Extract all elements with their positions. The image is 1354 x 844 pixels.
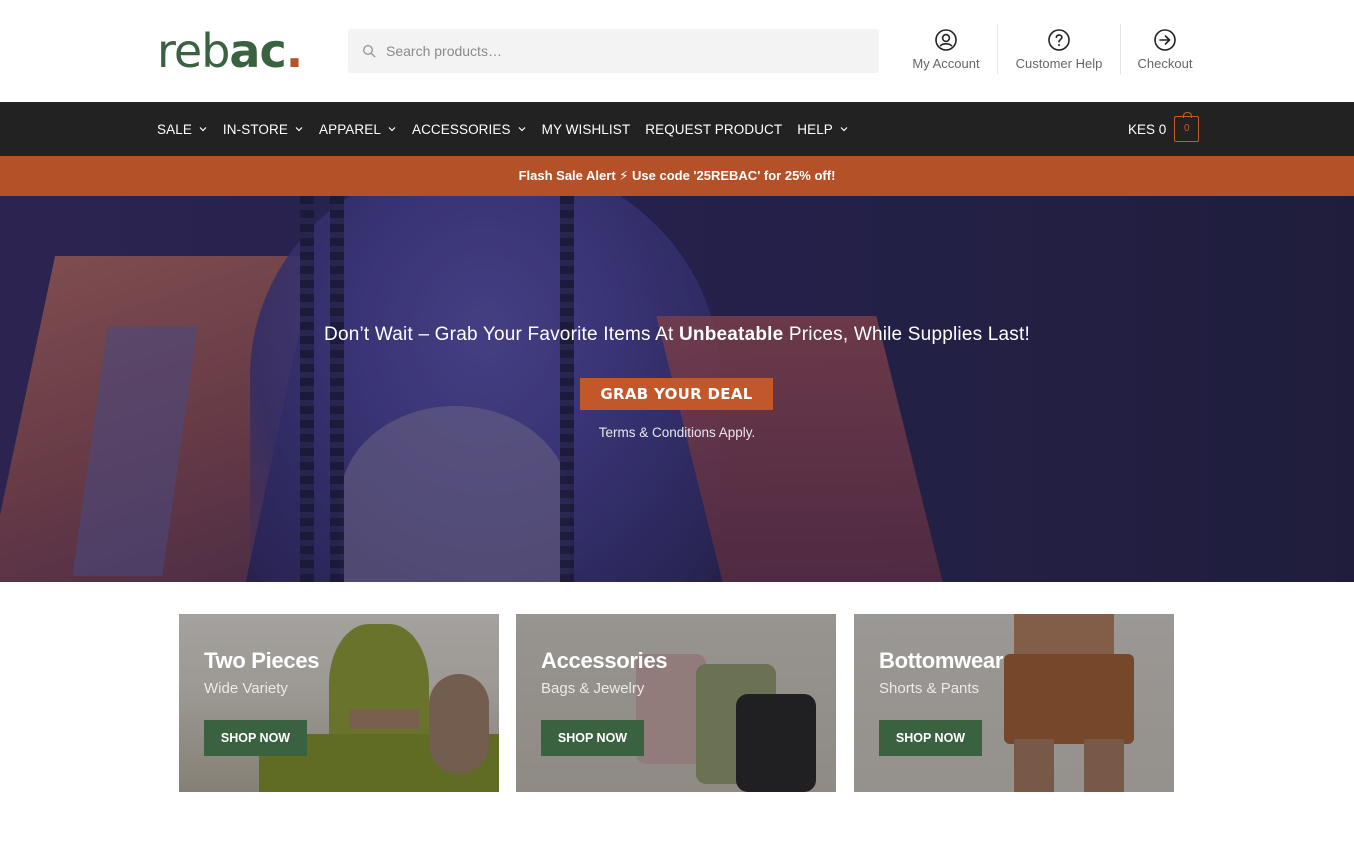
hero-headline-part: Don’t Wait – Grab Your Favorite Items At xyxy=(324,324,679,345)
chevron-down-icon xyxy=(840,127,848,132)
nav-item-label: APPAREL xyxy=(318,121,381,137)
logo-text-bold: ac xyxy=(229,24,286,78)
chevron-down-icon xyxy=(518,127,526,132)
category-title: Two Pieces xyxy=(204,648,320,673)
cart-count: 0 xyxy=(1184,123,1190,134)
nav-item-my-wishlist[interactable]: MY WISHLIST xyxy=(542,122,631,137)
category-shade xyxy=(854,614,1174,792)
chevron-down-icon xyxy=(199,127,207,132)
hero-terms-text: Terms & Conditions Apply. xyxy=(598,425,756,440)
category-subtitle: Bags & Jewelry xyxy=(541,680,645,697)
nav-item-accessories[interactable]: ACCESSORIES xyxy=(412,122,527,137)
nav-item-label: HELP xyxy=(797,121,833,137)
nav-item-help[interactable]: HELP xyxy=(797,122,849,137)
hero-banner: Don’t Wait – Grab Your Favorite Items At… xyxy=(0,196,1354,582)
my-account-label: My Account xyxy=(912,56,980,71)
checkout-link[interactable]: Checkout xyxy=(1132,28,1198,78)
flash-sale-text: Flash Sale Alert ⚡ Use code '25REBAC' fo… xyxy=(518,168,836,183)
arrow-circle-right-icon xyxy=(1154,29,1176,51)
category-subtitle: Shorts & Pants xyxy=(879,680,980,697)
checkout-label: Checkout xyxy=(1137,56,1193,71)
nav-menu: SALE IN-STORE APPAREL ACCESSORIES MY WIS… xyxy=(157,102,864,156)
customer-help-link[interactable]: Customer Help xyxy=(1008,28,1110,78)
question-circle-icon xyxy=(1048,29,1070,51)
chevron-down-icon xyxy=(388,127,396,132)
chevron-down-icon xyxy=(295,127,303,132)
hero-headline: Don’t Wait – Grab Your Favorite Items At… xyxy=(0,324,1354,346)
search-box xyxy=(348,29,879,73)
shop-now-button[interactable]: SHOP NOW xyxy=(204,720,307,756)
category-title: Bottomwear xyxy=(879,648,1004,673)
shop-now-button[interactable]: SHOP NOW xyxy=(879,720,982,756)
category-card-two-pieces[interactable]: Two Pieces Wide Variety SHOP NOW xyxy=(179,614,499,792)
hero-headline-bold: Unbeatable xyxy=(678,324,784,345)
user-circle-icon xyxy=(935,29,957,51)
nav-item-label: SALE xyxy=(157,121,192,137)
site-header: rebac. My Account Customer Help xyxy=(0,0,1354,102)
search-icon xyxy=(362,44,376,58)
category-title: Accessories xyxy=(541,648,668,673)
logo-text-light: reb xyxy=(157,24,230,78)
cart-total: KES 0 xyxy=(1128,121,1167,137)
my-account-link[interactable]: My Account xyxy=(906,28,986,78)
nav-item-label: MY WISHLIST xyxy=(541,121,631,137)
nav-item-in-store[interactable]: IN-STORE xyxy=(223,122,304,137)
category-card-accessories[interactable]: Accessories Bags & Jewelry SHOP NOW xyxy=(516,614,836,792)
header-divider xyxy=(997,24,998,74)
cart-bag-icon: 0 xyxy=(1174,112,1200,142)
shop-now-button[interactable]: SHOP NOW xyxy=(541,720,644,756)
nav-item-label: ACCESSORIES xyxy=(411,121,511,137)
hero-headline-part: Prices, While Supplies Last! xyxy=(783,324,1030,345)
grab-your-deal-button[interactable]: GRAB YOUR DEAL xyxy=(580,378,773,410)
nav-item-label: REQUEST PRODUCT xyxy=(645,121,783,137)
category-card-bottomwear[interactable]: Bottomwear Shorts & Pants SHOP NOW xyxy=(854,614,1174,792)
customer-help-label: Customer Help xyxy=(1015,56,1103,71)
category-shade xyxy=(179,614,499,792)
nav-item-label: IN-STORE xyxy=(222,121,288,137)
mini-cart[interactable]: KES 0 0 xyxy=(1128,112,1200,142)
nav-item-sale[interactable]: SALE xyxy=(157,122,208,137)
nav-item-apparel[interactable]: APPAREL xyxy=(319,122,397,137)
search-input[interactable] xyxy=(386,29,866,73)
category-subtitle: Wide Variety xyxy=(204,680,288,697)
logo-dot: . xyxy=(285,24,304,78)
category-shade xyxy=(516,614,836,792)
header-divider xyxy=(1120,24,1121,74)
flash-sale-banner: Flash Sale Alert ⚡ Use code '25REBAC' fo… xyxy=(0,156,1354,196)
nav-item-request-product[interactable]: REQUEST PRODUCT xyxy=(645,122,782,137)
site-logo[interactable]: rebac. xyxy=(157,24,304,78)
